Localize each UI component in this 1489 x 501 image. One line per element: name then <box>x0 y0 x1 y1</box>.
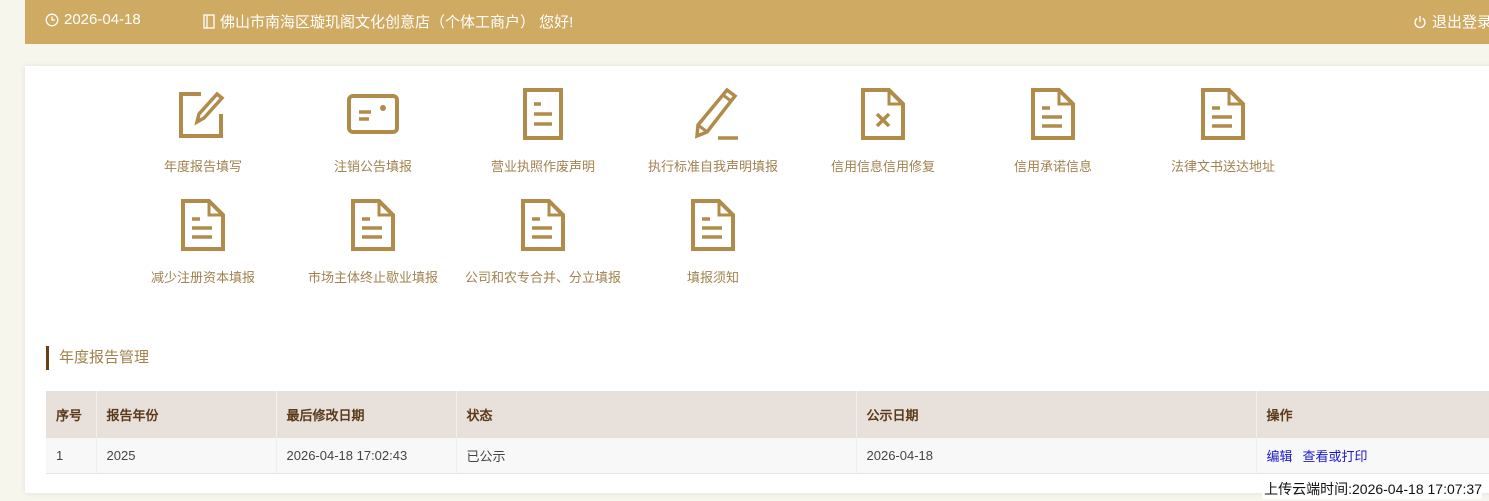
book-icon <box>203 14 215 29</box>
tile-label: 市场主体终止歇业填报 <box>307 270 438 285</box>
col-header-no: 序号 <box>46 391 97 438</box>
tile-3[interactable]: 营业执照作废声明 <box>458 86 628 175</box>
file-icon <box>1031 88 1075 140</box>
greeting-text: 佛山市南海区璇玑阁文化创意店（个体工商户） 您好! <box>220 14 574 31</box>
file-icon <box>521 199 565 251</box>
edit-icon <box>179 91 225 138</box>
tile-label: 信用信息信用修复 <box>830 159 935 174</box>
date-display: 2026-04-18 <box>45 11 141 28</box>
tile-5[interactable]: 信用信息信用修复 <box>798 86 968 175</box>
card-icon <box>347 94 399 134</box>
logout-button[interactable]: 退出登录 <box>1413 11 1489 32</box>
tile-label: 填报须知 <box>686 270 739 285</box>
tile-label: 营业执照作废声明 <box>490 159 595 174</box>
col-header-status: 状态 <box>456 391 857 438</box>
cell-no: 1 <box>46 438 97 474</box>
annual-report-table: 序号 报告年份 最后修改日期 状态 公示日期 操作 1 2025 2026-04… <box>46 391 1489 474</box>
tile-label: 减少注册资本填报 <box>150 270 255 285</box>
cell-status: 已公示 <box>456 438 857 474</box>
section-title: 年度报告管理 <box>46 346 149 370</box>
upload-time: 上传云端时间:2026-04-18 17:07:37 <box>1262 479 1482 499</box>
tile-2[interactable]: 注销公告填报 <box>288 86 458 175</box>
tile-1[interactable]: 年度报告填写 <box>118 86 288 175</box>
tile-8[interactable]: 减少注册资本填报 <box>118 197 288 286</box>
cell-modified: 2026-04-18 17:02:43 <box>276 438 457 474</box>
file-icon <box>351 199 395 251</box>
tile-label: 公司和农专合并、分立填报 <box>464 270 621 285</box>
tile-label: 法律文书送达地址 <box>1170 159 1275 174</box>
top-bar: 2026-04-18 佛山市南海区璇玑阁文化创意店（个体工商户） 您好! 退出登… <box>25 0 1489 44</box>
col-header-actions: 操作 <box>1256 391 1489 438</box>
power-icon <box>1414 15 1426 28</box>
tile-6[interactable]: 信用承诺信息 <box>968 86 1138 175</box>
tile-label: 年度报告填写 <box>163 159 242 174</box>
pencil-icon <box>694 87 738 140</box>
col-header-modified: 最后修改日期 <box>276 391 457 438</box>
tile-11[interactable]: 填报须知 <box>628 197 798 286</box>
document-icon <box>523 88 563 140</box>
file-icon <box>1201 88 1245 140</box>
file-icon <box>181 199 225 251</box>
file-icon <box>691 199 735 251</box>
clock-icon <box>45 13 59 26</box>
date-text: 2026-04-18 <box>64 11 141 28</box>
main-card: 年度报告填写 注销公告填报 营业执照作废声明 执行标准自我声明填报 信用信息信用修复 信用… <box>25 66 1489 493</box>
tile-7[interactable]: 法律文书送达地址 <box>1138 86 1308 175</box>
tile-9[interactable]: 市场主体终止歇业填报 <box>288 197 458 286</box>
table-row: 1 2025 2026-04-18 17:02:43 已公示 2026-04-1… <box>46 438 1489 474</box>
cell-actions: 编辑 查看或打印 <box>1256 438 1489 474</box>
tile-label: 信用承诺信息 <box>1013 159 1092 174</box>
view-print-link[interactable]: 查看或打印 <box>1303 449 1368 464</box>
col-header-published: 公示日期 <box>856 391 1257 438</box>
tile-4[interactable]: 执行标准自我声明填报 <box>628 86 798 175</box>
logout-label: 退出登录 <box>1432 14 1489 31</box>
tile-10[interactable]: 公司和农专合并、分立填报 <box>458 197 628 286</box>
cell-published: 2026-04-18 <box>856 438 1257 474</box>
tile-label: 执行标准自我声明填报 <box>647 159 778 174</box>
table-header-row: 序号 报告年份 最后修改日期 状态 公示日期 操作 <box>46 391 1489 438</box>
tile-label: 注销公告填报 <box>333 159 412 174</box>
col-header-year: 报告年份 <box>96 391 277 438</box>
greeting: 佛山市南海区璇玑阁文化创意店（个体工商户） 您好! <box>203 11 573 32</box>
edit-link[interactable]: 编辑 <box>1267 449 1293 464</box>
cell-year: 2025 <box>96 438 277 474</box>
file-x-icon <box>861 88 905 140</box>
